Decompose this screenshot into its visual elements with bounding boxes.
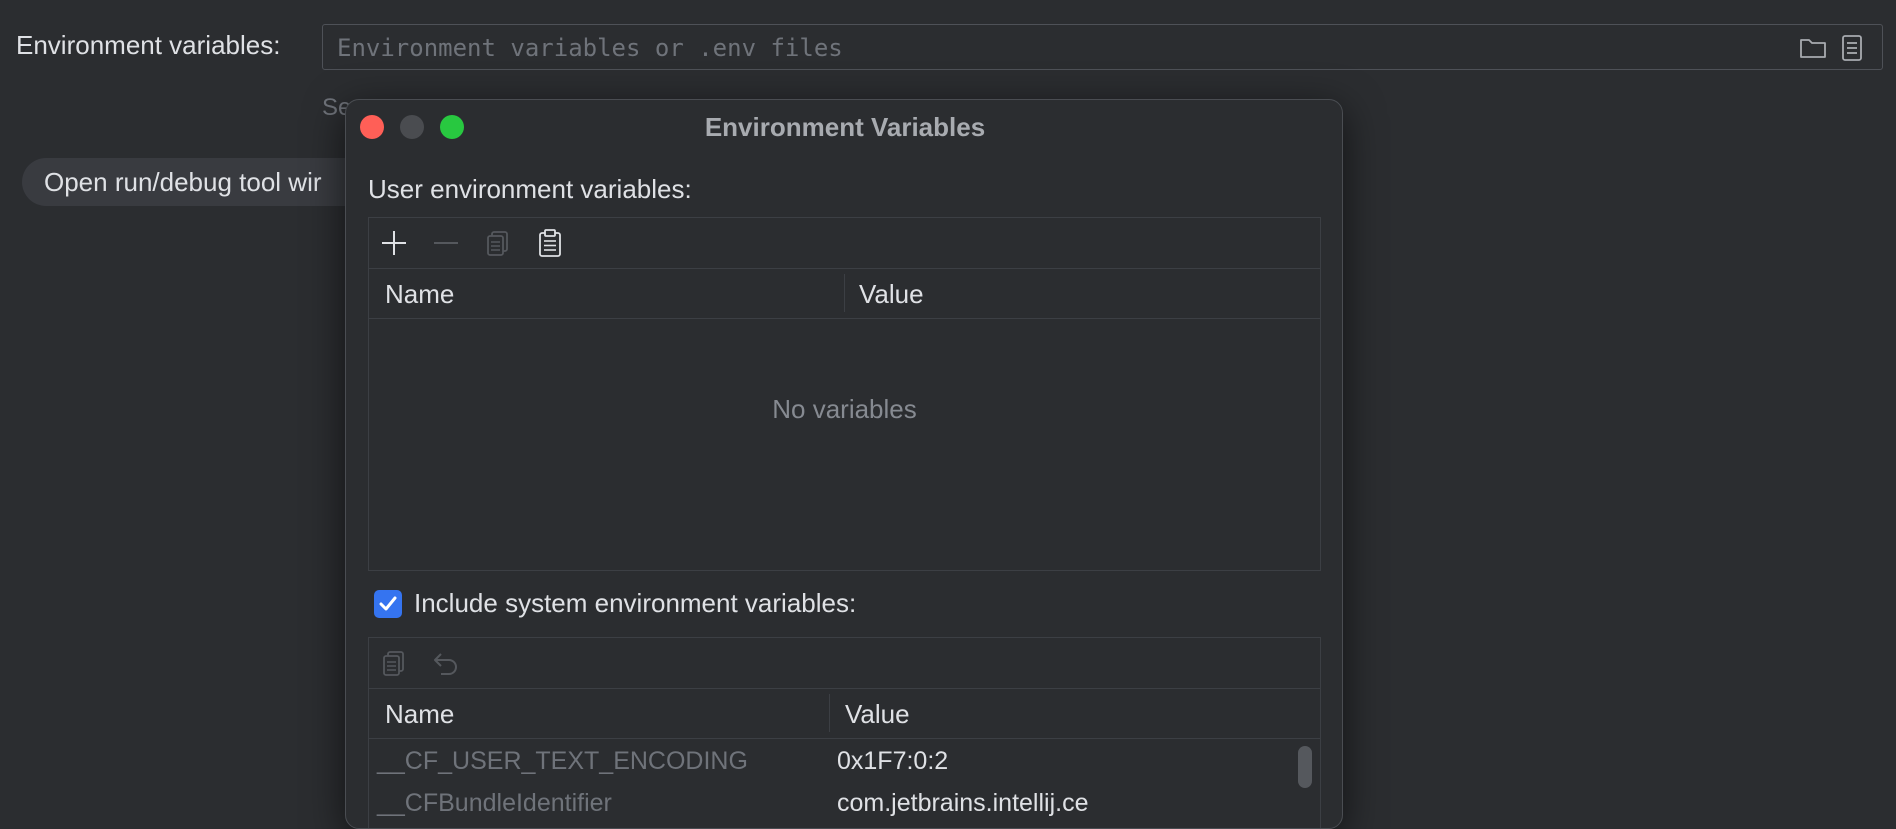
user-env-table-header: Name Value <box>369 268 1320 319</box>
remove-icon[interactable] <box>431 228 461 258</box>
variable-value: 0x1F7:0:2 <box>837 747 949 775</box>
checkmark-icon <box>379 596 397 611</box>
user-name-column-header[interactable]: Name <box>385 279 454 310</box>
include-system-checkbox[interactable] <box>374 590 402 618</box>
paste-icon[interactable] <box>535 228 565 258</box>
dialog-title: Environment Variables <box>704 112 986 142</box>
document-icon[interactable] <box>1837 33 1867 63</box>
empty-table-message: No variables <box>772 394 917 424</box>
table-row[interactable]: __CFBundleIdentifier com.jetbrains.intel… <box>369 782 1290 824</box>
folder-icon[interactable] <box>1798 33 1828 63</box>
variable-name: __CF_USER_TEXT_ENCODING <box>377 747 748 775</box>
system-env-panel: Name Value __CF_USER_TEXT_ENCODING 0x1F7… <box>368 637 1321 828</box>
user-env-panel: Name Value No variables <box>368 217 1321 571</box>
undo-icon[interactable] <box>431 648 461 678</box>
system-value-column-header[interactable]: Value <box>845 699 910 730</box>
system-name-column-header[interactable]: Name <box>385 699 454 730</box>
user-env-toolbar <box>369 218 1320 269</box>
include-system-label[interactable]: Include system environment variables: <box>414 588 856 619</box>
environment-variables-dialog: Environment Variables User environment v… <box>345 99 1343 829</box>
table-row[interactable]: __CF_USER_TEXT_ENCODING 0x1F7:0:2 <box>369 740 1290 782</box>
user-env-label: User environment variables: <box>368 174 692 204</box>
system-env-table-header: Name Value <box>369 688 1320 739</box>
user-value-column-header[interactable]: Value <box>859 279 924 310</box>
scrollbar-thumb[interactable] <box>1298 746 1312 788</box>
open-run-debug-button[interactable]: Open run/debug tool wir <box>22 158 382 206</box>
env-variables-label: Environment variables: <box>16 30 281 60</box>
copy-icon[interactable] <box>379 648 409 678</box>
variable-name: __CFBundleIdentifier <box>377 789 612 817</box>
variable-value: com.jetbrains.intellij.ce <box>837 789 1089 817</box>
copy-icon[interactable] <box>483 228 513 258</box>
add-icon[interactable] <box>379 228 409 258</box>
env-variables-input[interactable] <box>335 32 1739 64</box>
system-env-toolbar <box>369 638 1320 689</box>
env-variables-field[interactable] <box>322 24 1883 70</box>
